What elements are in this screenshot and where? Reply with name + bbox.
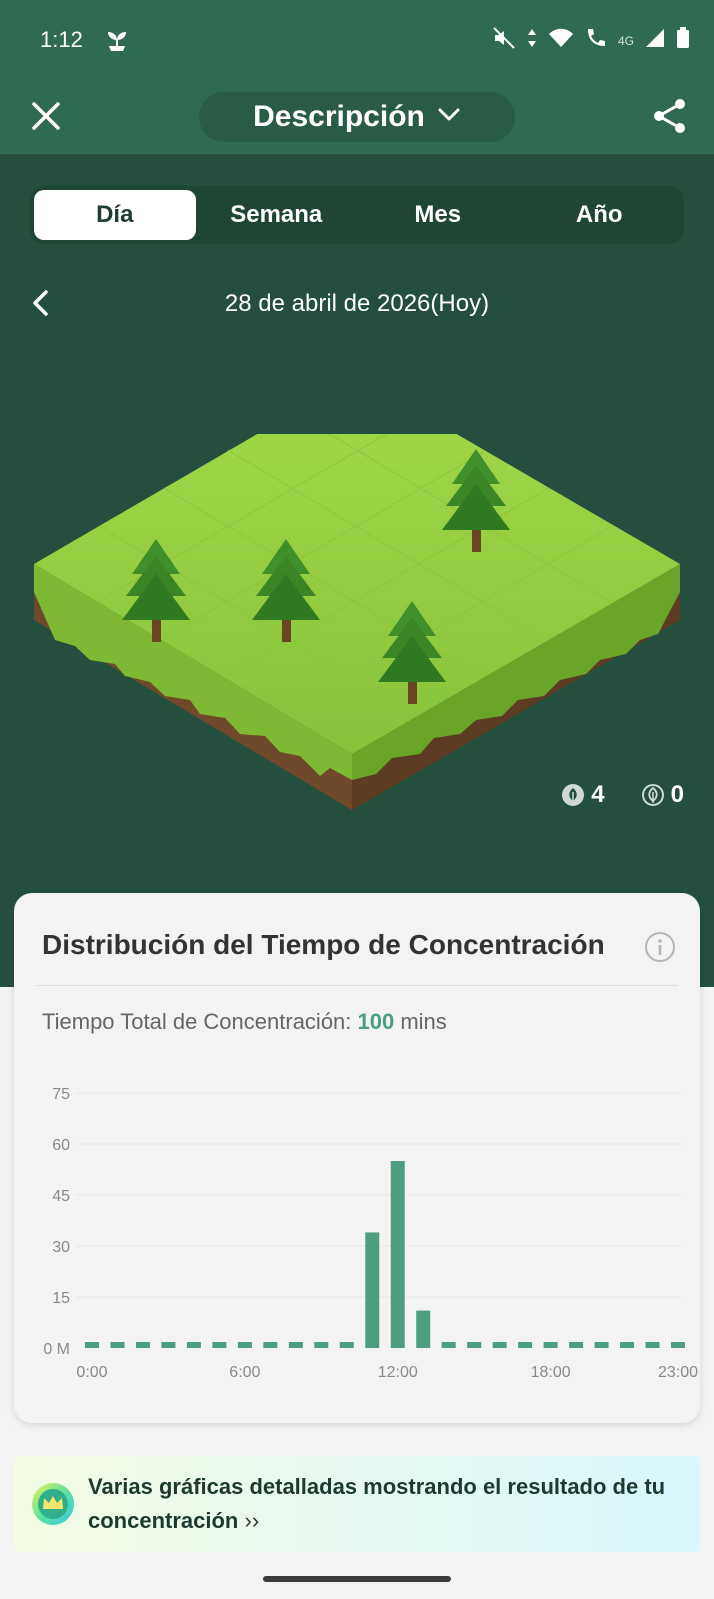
y-tick-label: 75 [52,1086,70,1103]
alive-trees-count: 4 [591,781,605,808]
chart-bar [186,1342,201,1348]
close-icon [32,102,60,130]
chart-bar [492,1342,507,1348]
share-icon [654,99,685,133]
forest-section: Día Semana Mes Año 28 de abril de 2026(H… [0,154,714,987]
withered-leaf-icon [641,784,664,806]
y-tick-label: 0 M [43,1341,70,1358]
total-focus-label: Tiempo Total de Concentración: [42,1009,358,1034]
dead-trees: 0 [641,781,684,809]
chart-bar [671,1342,685,1348]
wifi-call-icon [584,26,608,55]
crown-icon [30,1481,76,1527]
date-label: 28 de abril de 2026(Hoy) [224,290,490,317]
mute-icon [492,26,516,55]
status-icons: 4G [492,26,690,55]
x-tick-label: 18:00 [531,1364,571,1381]
chart-bar [543,1342,558,1348]
card-title: Distribución del Tiempo de Concentración [42,929,605,960]
chart-bar [288,1342,303,1348]
tree-4 [378,601,446,704]
chart-bar [467,1342,482,1348]
leaf-icon [562,784,585,806]
share-button[interactable] [650,96,690,136]
wifi-icon [548,27,574,54]
promo-message: Varias gráficas detalladas mostrando el … [88,1474,666,1533]
focus-distribution-card: Distribución del Tiempo de Concentración… [14,893,700,1423]
tab-day[interactable]: Día [34,190,196,240]
x-tick-label: 6:00 [229,1364,260,1381]
chart-bar [645,1342,660,1348]
x-tick-label: 23:00 [658,1364,698,1381]
page-title: Descripción [253,100,425,133]
chart-bar [594,1342,609,1348]
chart-bar [161,1342,176,1348]
period-tabs: Día Semana Mes Año [30,186,684,244]
chart-bar [390,1161,405,1348]
chart-bar [110,1342,125,1348]
home-indicator[interactable] [263,1576,451,1582]
close-button[interactable] [26,96,66,136]
x-tick-label: 12:00 [378,1364,418,1381]
network-label: 4G [617,33,634,48]
total-focus-time: Tiempo Total de Concentración: 100 mins [42,1009,447,1035]
chart-bar [339,1342,354,1348]
chart-bar [314,1342,329,1348]
divider [36,985,678,986]
tree-1 [122,539,190,642]
y-tick-label: 60 [52,1137,70,1154]
tree-3 [442,449,510,552]
chart-bar [569,1342,584,1348]
forest-illustration [30,376,684,819]
chart-bar [263,1342,278,1348]
alive-trees: 4 [561,781,605,809]
status-time: 1:12 [40,27,83,52]
status-bar: 1:12 4G [0,0,714,82]
info-button[interactable] [644,931,676,963]
info-icon [645,932,675,962]
chart-bar [518,1342,533,1348]
chevron-down-icon [437,107,461,128]
y-tick-label: 30 [52,1239,70,1256]
tree-2 [252,539,320,642]
chart-bar [212,1342,227,1348]
premium-promo-banner[interactable]: Varias gráficas detalladas mostrando el … [14,1456,700,1552]
signal-icon [644,27,666,54]
promo-arrow: ›› [244,1508,260,1533]
y-tick-label: 15 [52,1290,70,1307]
data-arrows-icon [526,26,538,55]
title-dropdown[interactable]: Descripción [199,92,515,142]
battery-icon [676,27,690,54]
promo-text: Varias gráficas detalladas mostrando el … [88,1470,684,1538]
tab-month[interactable]: Mes [357,190,519,240]
total-focus-value: 100 [357,1009,395,1034]
chart-bar [416,1310,431,1348]
chart-bar [85,1342,99,1348]
tab-year[interactable]: Año [519,190,681,240]
y-tick-label: 45 [52,1188,70,1205]
total-focus-unit: mins [394,1009,447,1034]
sprout-icon [106,28,128,57]
chart-bar [620,1342,635,1348]
chart-bar [237,1342,252,1348]
dead-trees-count: 0 [670,781,684,808]
tree-counts: 4 0 [561,781,684,809]
app-header: Descripción [0,82,714,154]
x-tick-label: 0:00 [76,1364,107,1381]
chart-bar [441,1342,456,1348]
chart-bar [365,1232,380,1348]
tab-week[interactable]: Semana [196,190,358,240]
chart-bar [135,1342,150,1348]
focus-bar-chart: 0 M 15 30 45 60 75 0:00 6:00 12:00 18:00 23:00 [43,1086,698,1381]
date-navigator: 28 de abril de 2026(Hoy) [0,278,714,328]
focus-chart: 0 M 15 30 45 60 75 0:00 6:00 12:00 18:00 23:00 [14,1063,700,1408]
